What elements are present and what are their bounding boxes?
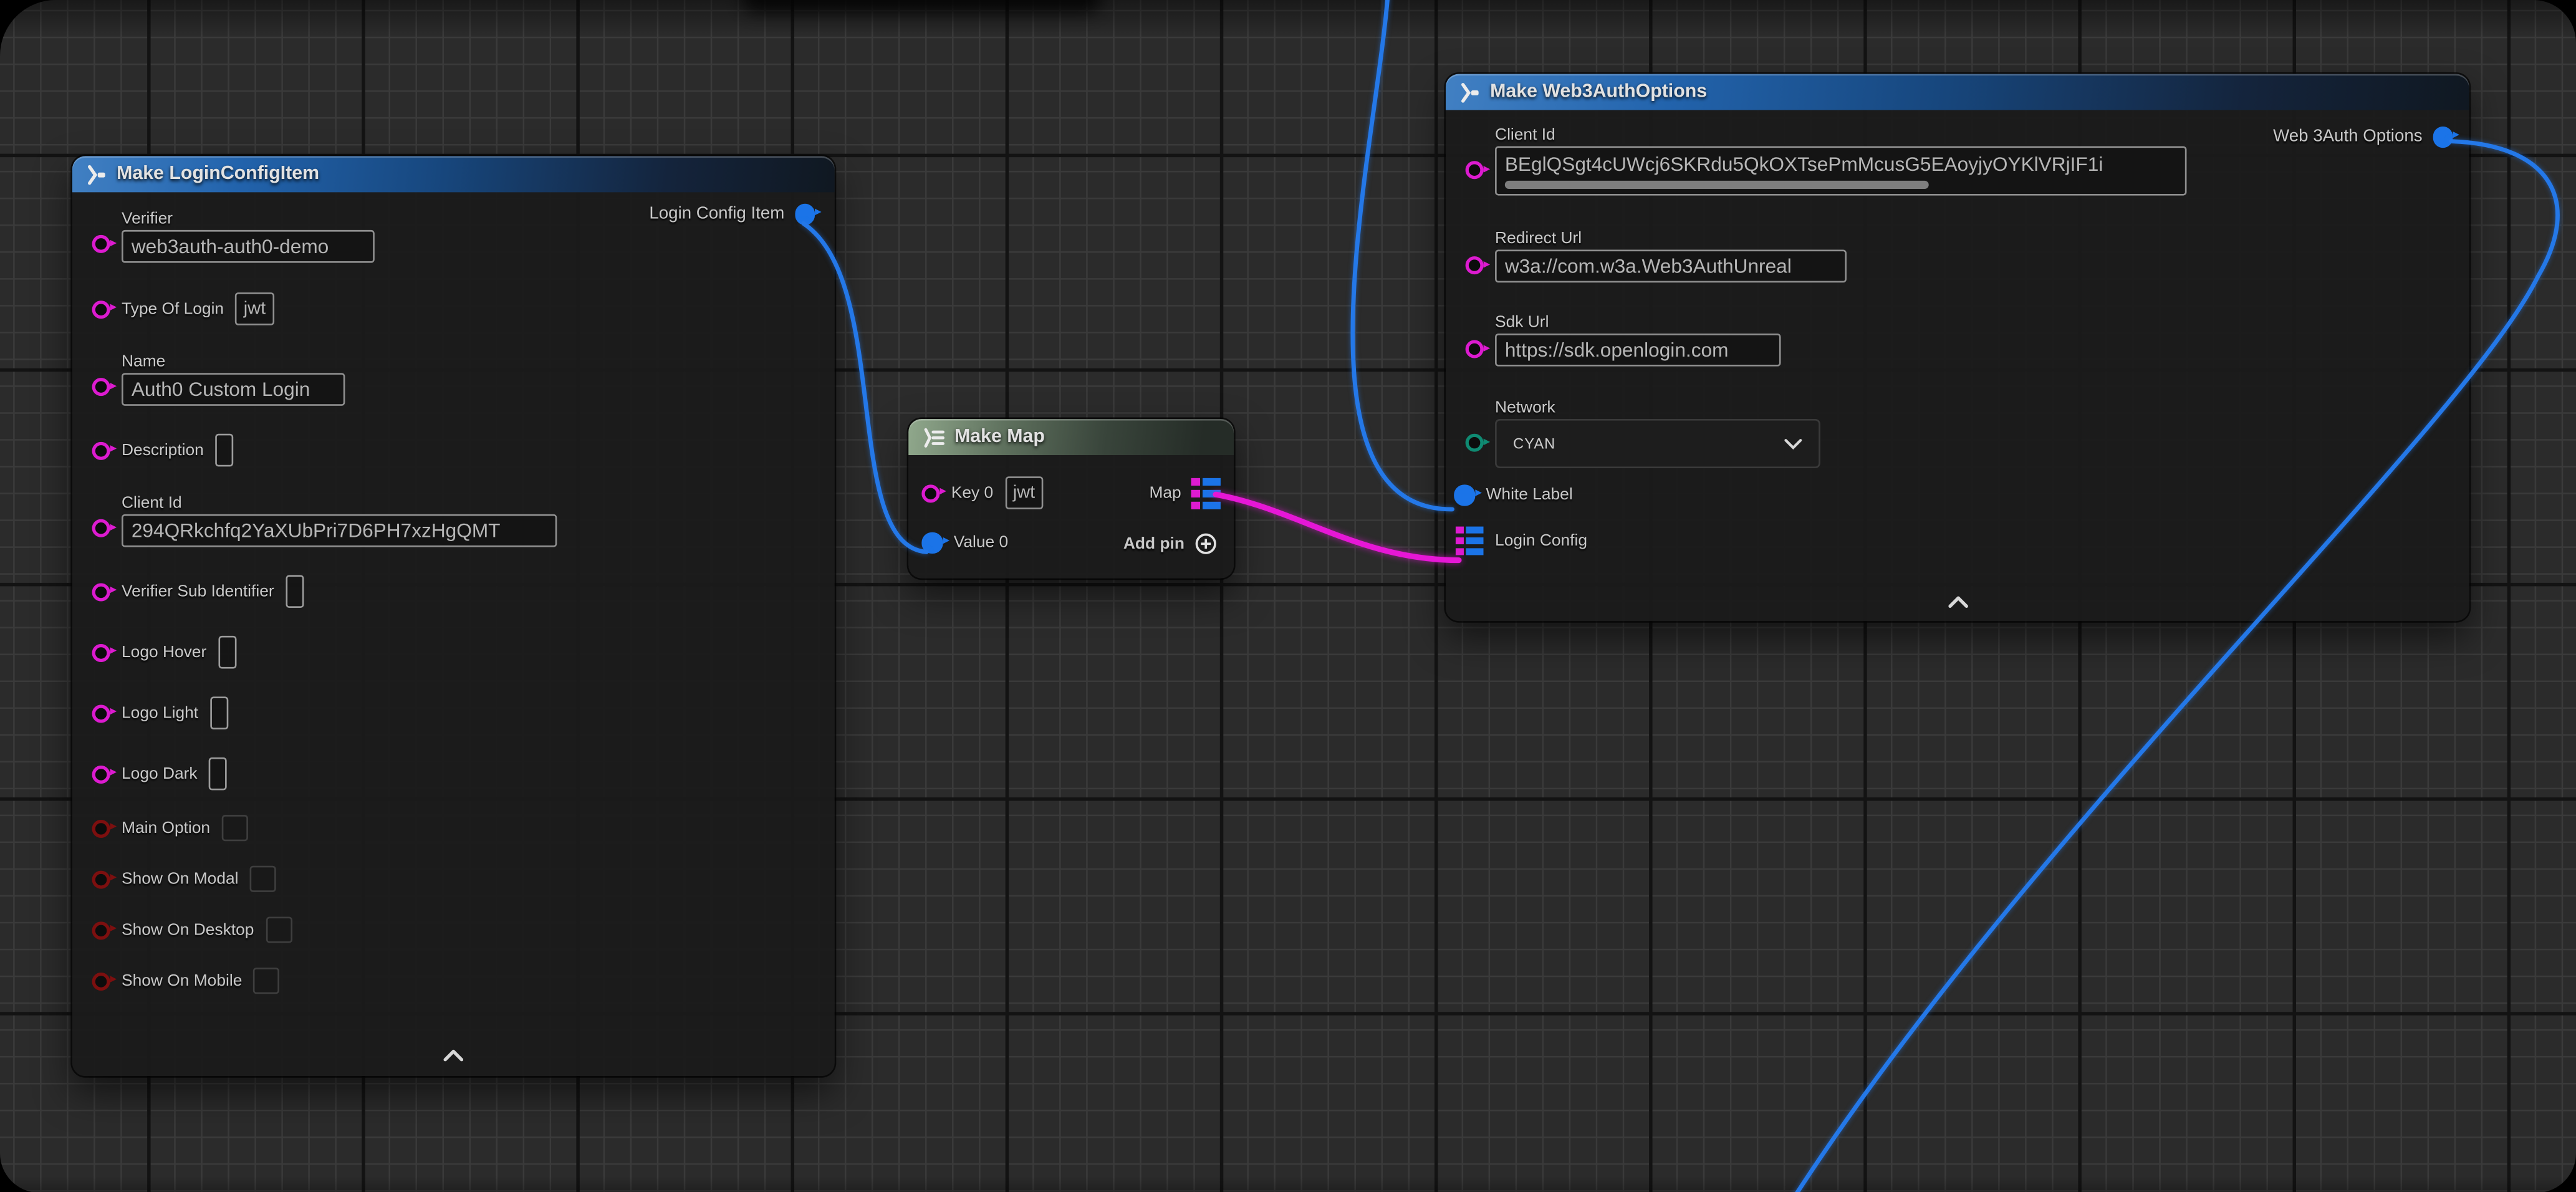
pin-label-client-id: Client Id bbox=[122, 494, 557, 512]
node-header-make-web3authoptions[interactable]: Make Web3AuthOptions bbox=[1446, 74, 2469, 110]
add-pin-icon[interactable] bbox=[1194, 532, 1218, 555]
node-make-loginconfigitem[interactable]: Make LoginConfigItem Verifier web3auth-a… bbox=[72, 156, 835, 1076]
blueprint-editor-stage: Make LoginConfigItem Verifier web3auth-a… bbox=[0, 0, 2576, 1192]
type-of-login-input[interactable]: jwt bbox=[236, 292, 274, 325]
node-title: Make LoginConfigItem bbox=[117, 165, 319, 185]
node-header-make-map[interactable]: Make Map bbox=[908, 419, 1234, 455]
verifier-input[interactable]: web3auth-auth0-demo bbox=[122, 230, 375, 263]
pin-label-value-0: Value 0 bbox=[954, 534, 1008, 552]
pin-label-verifier-sub-identifier: Verifier Sub Identifier bbox=[122, 582, 274, 600]
pin-label-logo-hover: Logo Hover bbox=[122, 643, 206, 661]
pin-login-config-item-output[interactable] bbox=[794, 204, 815, 224]
main-option-checkbox[interactable] bbox=[222, 815, 248, 841]
node-header-make-loginconfigitem[interactable]: Make LoginConfigItem bbox=[72, 156, 835, 192]
output-pin-label: Web 3Auth Options bbox=[2273, 127, 2422, 147]
node-title: Make Map bbox=[954, 427, 1045, 447]
dropdown-chevron-icon bbox=[1784, 438, 1802, 449]
pin-label-verifier: Verifier bbox=[122, 210, 375, 228]
pin-label-description: Description bbox=[122, 441, 204, 459]
pin-show-on-modal[interactable] bbox=[92, 870, 110, 888]
make-struct-icon bbox=[85, 163, 107, 185]
make-map-icon bbox=[921, 426, 944, 448]
pin-client-id[interactable] bbox=[1466, 161, 1484, 179]
network-dropdown-value: CYAN bbox=[1513, 435, 1555, 451]
show-on-mobile-checkbox[interactable] bbox=[254, 968, 280, 994]
pin-main-option[interactable] bbox=[92, 819, 110, 837]
show-on-desktop-checkbox[interactable] bbox=[266, 916, 292, 943]
pin-label-type-of-login: Type Of Login bbox=[122, 300, 224, 318]
client-id-input[interactable]: 294QRkchfq2YaXUbPri7D6PH7xzHgQMT bbox=[122, 514, 557, 547]
pin-show-on-desktop[interactable] bbox=[92, 921, 110, 939]
pin-logo-light[interactable] bbox=[92, 704, 110, 722]
make-struct-icon bbox=[1459, 81, 1480, 102]
pin-network[interactable] bbox=[1466, 434, 1484, 452]
pin-web3auth-options-output[interactable] bbox=[2432, 127, 2453, 147]
redirect-url-input[interactable]: w3a://com.w3a.Web3AuthUnreal bbox=[1495, 250, 1847, 283]
node-make-web3authoptions[interactable]: Make Web3AuthOptions Client Id BEglQSgt4… bbox=[1446, 74, 2469, 622]
wire-offscreen-to-white-label[interactable] bbox=[1353, 0, 1453, 509]
output-pin-label: Map bbox=[1149, 484, 1181, 502]
offscreen-node-shadow bbox=[743, 0, 1100, 13]
collapse-chevron-icon[interactable] bbox=[444, 1040, 464, 1069]
pin-logo-dark[interactable] bbox=[92, 765, 110, 783]
client-id-input[interactable]: BEglQSgt4cUWcj6SKRdu5QkOXTsePmMcusG5EAoy… bbox=[1495, 147, 2186, 196]
logo-dark-input[interactable] bbox=[209, 757, 227, 791]
network-dropdown[interactable]: CYAN bbox=[1495, 419, 1820, 468]
sdk-url-input[interactable]: https://sdk.openlogin.com bbox=[1495, 334, 1781, 367]
key-0-input[interactable]: jwt bbox=[1005, 476, 1044, 509]
pin-white-label[interactable] bbox=[1454, 484, 1474, 505]
pin-label-show-on-mobile: Show On Mobile bbox=[122, 972, 242, 990]
show-on-modal-checkbox[interactable] bbox=[250, 866, 276, 892]
pin-logo-hover[interactable] bbox=[92, 643, 110, 661]
node-make-map[interactable]: Make Map Key 0 jwt Value 0 Map bbox=[908, 419, 1234, 579]
pin-redirect-url[interactable] bbox=[1466, 256, 1484, 274]
pin-description[interactable] bbox=[92, 441, 110, 459]
pin-label-login-config: Login Config bbox=[1495, 531, 1587, 549]
client-id-text: BEglQSgt4cUWcj6SKRdu5QkOXTsePmMcusG5EAoy… bbox=[1505, 151, 2177, 177]
pin-type-of-login[interactable] bbox=[92, 300, 110, 318]
pin-label-show-on-desktop: Show On Desktop bbox=[122, 921, 254, 939]
pin-show-on-mobile[interactable] bbox=[92, 972, 110, 990]
logo-hover-input[interactable] bbox=[218, 636, 236, 669]
pin-label-name: Name bbox=[122, 353, 345, 372]
pin-client-id[interactable] bbox=[92, 519, 110, 537]
pin-label-network: Network bbox=[1495, 399, 1820, 417]
client-id-hscrollbar-thumb[interactable] bbox=[1505, 181, 1928, 189]
bottom-vignette bbox=[0, 1176, 2576, 1192]
pin-verifier[interactable] bbox=[92, 235, 110, 253]
pin-label-white-label: White Label bbox=[1486, 486, 1573, 504]
pin-name[interactable] bbox=[92, 378, 110, 396]
pin-label-redirect-url: Redirect Url bbox=[1495, 230, 1847, 248]
pin-sdk-url[interactable] bbox=[1466, 340, 1484, 358]
pin-login-config[interactable] bbox=[1456, 525, 1484, 556]
output-pin-label: Login Config Item bbox=[649, 204, 784, 224]
pin-key-0[interactable] bbox=[921, 484, 940, 502]
pin-label-key-0: Key 0 bbox=[951, 484, 993, 502]
pin-label-logo-dark: Logo Dark bbox=[122, 765, 198, 783]
pin-verifier-sub-identifier[interactable] bbox=[92, 582, 110, 600]
node-title: Make Web3AuthOptions bbox=[1490, 82, 1707, 102]
verifier-sub-identifier-input[interactable] bbox=[286, 575, 304, 608]
pin-label-logo-light: Logo Light bbox=[122, 704, 198, 722]
add-pin-label: Add pin bbox=[1123, 535, 1185, 553]
description-input[interactable] bbox=[215, 434, 233, 467]
top-vignette bbox=[0, 0, 2576, 36]
pin-label-show-on-modal: Show On Modal bbox=[122, 870, 239, 888]
blueprint-graph-canvas[interactable]: Make LoginConfigItem Verifier web3auth-a… bbox=[0, 0, 2576, 1192]
logo-light-input[interactable] bbox=[210, 696, 228, 729]
collapse-chevron-icon[interactable] bbox=[1948, 587, 1968, 616]
pin-label-sdk-url: Sdk Url bbox=[1495, 314, 1781, 332]
name-input[interactable]: Auth0 Custom Login bbox=[122, 373, 345, 406]
pin-label-main-option: Main Option bbox=[122, 819, 210, 837]
pin-label-client-id: Client Id bbox=[1495, 127, 2186, 145]
